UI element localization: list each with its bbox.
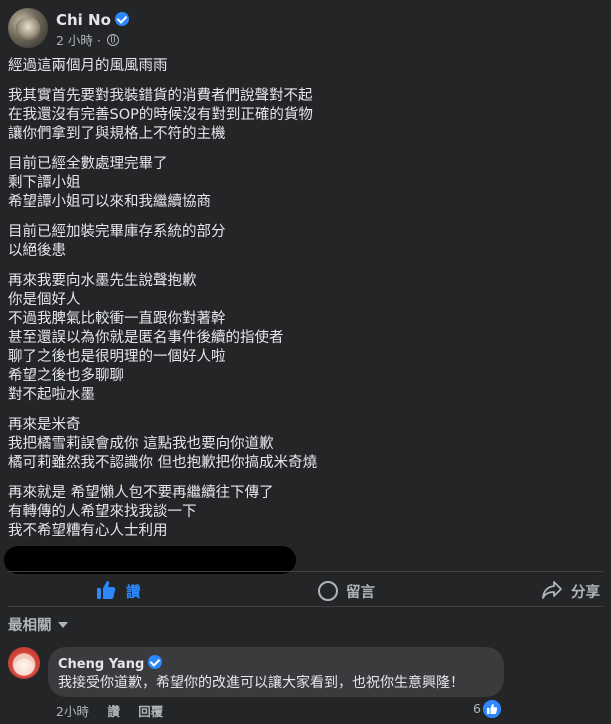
author-name[interactable]: Chi No (56, 11, 111, 29)
post-text-line: 再來就是 希望懶人包不要再繼續往下傳了 (8, 485, 274, 501)
post-time[interactable]: 2 小時 · (56, 33, 105, 48)
comment-icon (318, 581, 338, 601)
comment-label: 留言 (346, 585, 375, 601)
post-text-line: 希望譚小姐可以來和我繼續協商 (8, 194, 211, 210)
comment-meta: 2小時 讚 回覆 (56, 701, 177, 720)
post-paragraph: 經過這兩個月的風風雨雨 (8, 57, 598, 76)
post-paragraph: 再來是米奇我把橘雪莉誤會成你 這點我也要向你道歉橘可莉雖然我不認識你 但也抱歉把… (8, 416, 598, 473)
post-paragraph: 再來就是 希望懶人包不要再繼續往下傳了 有轉傳的人希望來找我談一下 我不希望糟有心人… (8, 484, 598, 541)
post-text-line: 橘可莉雖然我不認識你 但也抱歉把你搞成米奇燒 (8, 455, 318, 471)
post-body: 經過這兩個月的風風雨雨我其實首先要對我裝錯貨的消費者們說聲對不起 在我還沒有完善S… (8, 57, 598, 552)
post-text-line: 希望之後也多聊聊 (8, 368, 124, 384)
post-text-line: 聊了之後也是很明理的一個好人啦 (8, 349, 226, 365)
action-bar: 讚 留言 分享 (0, 572, 611, 606)
post-text-line: 剩下譚小姐 (8, 175, 81, 191)
commenter-name-row: Cheng Yang (58, 655, 163, 672)
commenter-name[interactable]: Cheng Yang (58, 657, 144, 672)
verified-badge-icon (148, 655, 163, 669)
comment-sort-label: 最相關 (8, 618, 52, 634)
caret-down-icon (57, 622, 68, 628)
post-text-line: 不過我脾氣比較衝一直跟你對著幹 (8, 311, 226, 327)
author-avatar[interactable] (8, 8, 48, 48)
reaction-count: 6 (473, 701, 481, 716)
post-text-line: 再來是米奇 (8, 417, 81, 433)
divider (8, 606, 603, 607)
post-text-line: 目前已經全數處理完畢了 (8, 156, 168, 172)
post-text-line: 我其實首先要對我裝錯貨的消費者們說聲對不起 (8, 88, 313, 104)
post-text-line: 甚至還誤以為你就是匿名事件後續的指使者 (8, 330, 284, 346)
comment-sort-dropdown[interactable]: 最相關 (8, 614, 68, 635)
post-paragraph: 目前已經全數處理完畢了 剩下譚小姐希望譚小姐可以來和我繼續協商 (8, 155, 598, 212)
post-text-line: 你是個好人 (8, 292, 81, 308)
share-label: 分享 (571, 585, 600, 601)
post-text-line: 目前已經加裝完畢庫存系統的部分 (8, 224, 226, 240)
comment-text: 我接受你道歉，希望你的改進可以讓大家看到，也祝你生意興隆！ (58, 675, 464, 691)
post-text-line: 在我還沒有完善SOP的時候沒有對到正確的貨物 (8, 107, 313, 123)
comment-bubble: Cheng Yang 我接受你道歉，希望你的改進可以讓大家看到，也祝你生意興隆！ (48, 647, 504, 697)
post-text-line: 我不希望糟有心人士利用 (8, 523, 168, 539)
post-paragraph: 目前已經加裝完畢庫存系統的部分 以絕後患 (8, 223, 598, 261)
globe-icon[interactable] (106, 34, 119, 46)
redacted-text (4, 546, 296, 574)
post-text-line: 讓你們拿到了與規格上不符的主機 (8, 126, 226, 142)
thumbs-up-icon (97, 581, 116, 599)
comment-like-button[interactable]: 讚 (107, 704, 120, 719)
verified-badge-icon (114, 12, 129, 26)
comment-time[interactable]: 2小時 (56, 704, 89, 719)
post-text-line: 對不起啦水墨 (8, 387, 95, 403)
post-text-line: 以絕後患 (8, 243, 66, 259)
post-paragraph: 我其實首先要對我裝錯貨的消費者們說聲對不起 在我還沒有完善SOP的時候沒有對到正確… (8, 87, 598, 144)
like-reaction-icon (483, 700, 501, 718)
post-text-line: 我把橘雪莉誤會成你 這點我也要向你道歉 (8, 436, 274, 452)
post-meta: 2 小時 · (56, 30, 119, 49)
share-icon (542, 581, 562, 599)
comment-reply-button[interactable]: 回覆 (138, 704, 163, 719)
commenter-avatar[interactable] (8, 647, 40, 679)
post-text-line: 再來我要向水墨先生說聲抱歉 (8, 273, 197, 289)
author-name-row: Chi No (56, 10, 129, 29)
like-label: 讚 (126, 585, 141, 601)
post-text-line: 有轉傳的人希望來找我談一下 (8, 504, 197, 520)
post-paragraph: 再來我要向水墨先生說聲抱歉 你是個好人不過我脾氣比較衝一直跟你對著幹甚至還誤以為你… (8, 272, 598, 405)
post-text-line: 經過這兩個月的風風雨雨 (8, 58, 168, 74)
